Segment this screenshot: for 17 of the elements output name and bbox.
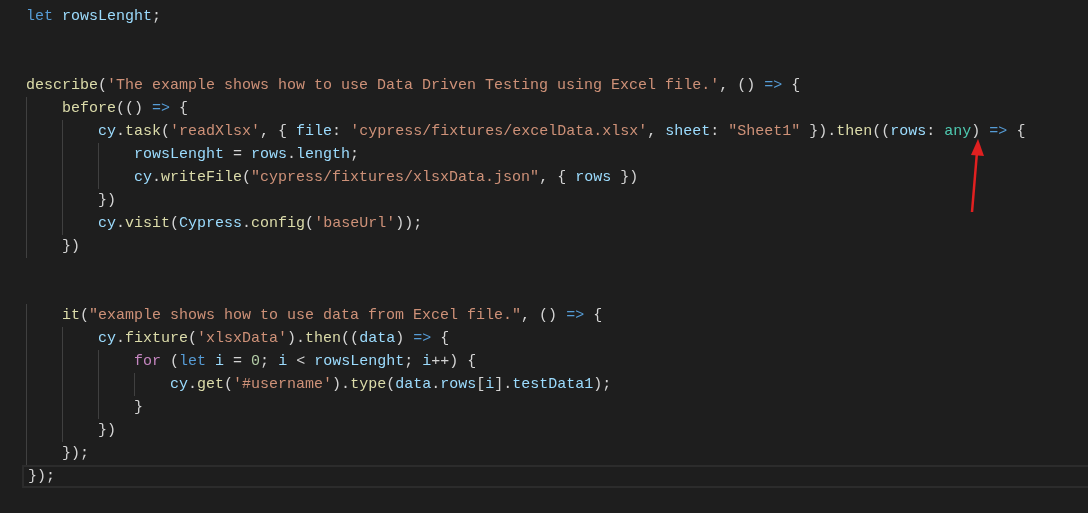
code-line: rowsLenght = rows.length; xyxy=(133,145,360,165)
code-line: } xyxy=(133,398,144,418)
code-line: cy.fixture('xlsxData').then((data) => { xyxy=(97,329,450,349)
code-line: }) xyxy=(97,421,116,441)
code-line: it("example shows how to use data from Excel file.", () => { xyxy=(61,306,603,326)
code-line: }) xyxy=(61,237,80,257)
code-line: for (let i = 0; i < rowsLenght; i++) { xyxy=(133,352,477,372)
code-line: describe('The example shows how to use Data Driven Testing using Excel file.', () => { xyxy=(26,76,801,96)
code-line: }); xyxy=(61,444,89,464)
code-line: }); xyxy=(28,467,55,486)
code-line: let rowsLenght; xyxy=(26,7,162,27)
code-line: cy.get('#username').type(data.rows[i].testData1); xyxy=(169,375,612,395)
code-line: cy.visit(Cypress.config('baseUrl')); xyxy=(97,214,423,234)
code-line: cy.task('readXlsx', { file: 'cypress/fixtures/excelData.xlsx', sheet: "Sheet1" }).then((rows: any) => { xyxy=(97,122,1026,142)
code-line: }) xyxy=(97,191,116,211)
code-line: before(() => { xyxy=(61,99,189,119)
code-line: cy.writeFile("cypress/fixtures/xlsxData.json", { rows }) xyxy=(133,168,639,188)
